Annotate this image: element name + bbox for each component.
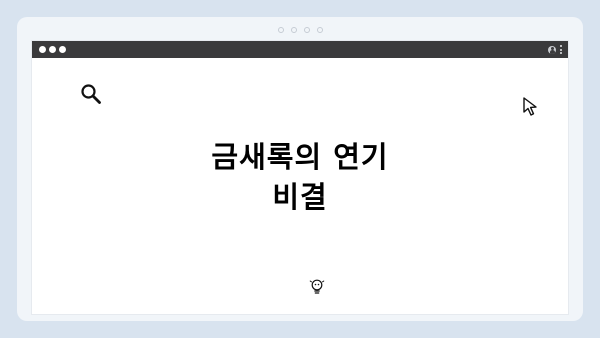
titlebar-actions [548,44,562,55]
pagination-dot[interactable] [277,27,284,33]
browser-window: 금새록의 연기 비결 [32,41,568,314]
title-line-2: 비결 [272,180,328,214]
profile-icon[interactable] [548,45,556,54]
pagination-dots [17,27,583,33]
pagination-dot[interactable] [303,27,310,33]
lightbulb-icon [309,279,325,294]
pagination-dot[interactable] [316,27,323,33]
close-window-dot[interactable] [39,46,46,53]
cursor-icon [523,97,537,116]
pagination-dot[interactable] [290,27,297,33]
minimize-window-dot[interactable] [49,46,56,53]
window-controls [39,46,66,53]
slide-card: 금새록의 연기 비결 [17,17,583,321]
page-title: 금새록의 연기 비결 [32,137,568,217]
window-titlebar [32,41,568,58]
maximize-window-dot[interactable] [59,46,66,53]
more-options-icon[interactable] [560,45,562,54]
title-line-1: 금새록의 연기 [211,140,389,174]
search-icon [81,84,101,104]
